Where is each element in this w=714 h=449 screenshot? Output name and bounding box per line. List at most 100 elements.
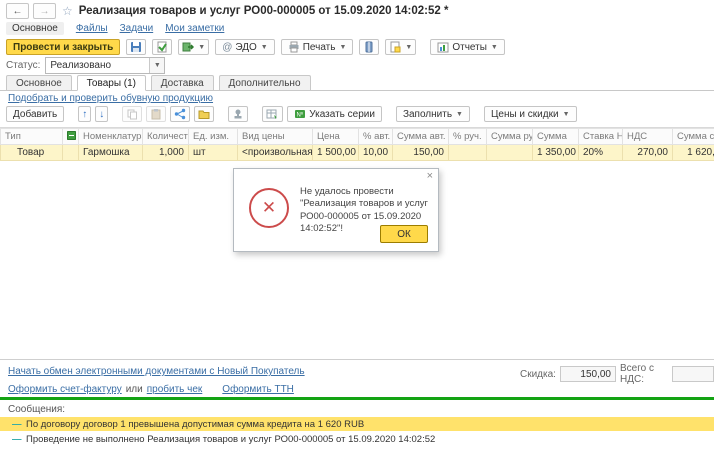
nav-item-tasks[interactable]: Задачи: [120, 23, 154, 34]
cell-pct-manual[interactable]: [449, 145, 487, 161]
copy-icon: [126, 108, 138, 120]
total-with-vat-field[interactable]: [672, 366, 714, 382]
forward-button[interactable]: →: [33, 3, 56, 19]
folder-button[interactable]: [194, 106, 214, 122]
cell-sum-vat[interactable]: 1 620,00: [673, 145, 714, 161]
nav-links: Основное Файлы Задачи Мои заметки: [6, 21, 224, 36]
document-actions-button[interactable]: ▼: [385, 39, 416, 55]
ttn-link[interactable]: Оформить ТТН: [222, 384, 294, 395]
edo-icon: @: [222, 42, 232, 53]
move-up-button[interactable]: ↑: [78, 106, 91, 122]
pick-and-check-link[interactable]: Подобрать и проверить обувную продукцию: [8, 93, 213, 104]
caret-down-icon: ▼: [198, 44, 205, 51]
col-pct-manual[interactable]: % руч.: [449, 129, 487, 145]
back-button[interactable]: ←: [6, 3, 29, 19]
post-and-close-button[interactable]: Провести и закрыть: [6, 39, 120, 55]
print-icon: [288, 41, 300, 53]
nav-item-notes[interactable]: Мои заметки: [165, 23, 224, 34]
nav-item-files[interactable]: Файлы: [76, 23, 108, 34]
message-text: По договору договор 1 превышена допустим…: [26, 419, 364, 430]
col-vat-rate[interactable]: Ставка НДС: [579, 129, 623, 145]
specify-series-button[interactable]: Nº Указать серии: [287, 106, 382, 122]
caret-down-icon: ▼: [563, 111, 570, 118]
save-icon: [130, 41, 142, 53]
nav-item-main[interactable]: Основное: [6, 22, 64, 35]
col-sum-vat[interactable]: Сумма с НДС: [673, 129, 714, 145]
cell-vat-rate[interactable]: 20%: [579, 145, 623, 161]
print-label: Печать: [303, 42, 336, 53]
tab-extra[interactable]: Дополнительно: [219, 75, 311, 90]
invoice-link[interactable]: Оформить счет-фактуру: [8, 384, 122, 395]
cell-sum-manual[interactable]: [487, 145, 533, 161]
col-sum[interactable]: Сумма: [533, 129, 579, 145]
col-sum-auto[interactable]: Сумма авт.: [393, 129, 449, 145]
error-cross-glyph: ✕: [262, 198, 276, 218]
cell-type[interactable]: Товар: [1, 145, 63, 161]
share-button[interactable]: [170, 106, 190, 122]
col-price-kind[interactable]: Вид цены: [238, 129, 313, 145]
move-down-button[interactable]: ↓: [95, 106, 108, 122]
status-value: Реализовано: [46, 60, 149, 71]
document-window: { "window": { "title": "Реализация товар…: [0, 0, 714, 449]
arrow-down-icon: ↓: [99, 109, 104, 120]
tab-goods[interactable]: Товары (1): [77, 75, 146, 91]
status-combobox[interactable]: Реализовано ▼: [45, 57, 165, 74]
col-sum-manual[interactable]: Сумма руч.: [487, 129, 533, 145]
message-item-credit-exceeded[interactable]: — По договору договор 1 превышена допуст…: [0, 417, 714, 431]
accounting-register-button[interactable]: [359, 39, 379, 55]
caret-down-icon: ▼: [491, 44, 498, 51]
col-type[interactable]: Тип: [1, 129, 63, 145]
prices-discounts-button[interactable]: Цены и скидки ▼: [484, 106, 577, 122]
cell-sum-auto[interactable]: 150,00: [393, 145, 449, 161]
col-quantity[interactable]: Количество: [143, 129, 189, 145]
specify-series-label: Указать серии: [309, 109, 375, 120]
create-based-on-button[interactable]: ▼: [178, 39, 209, 55]
copy-row-button[interactable]: [122, 106, 142, 122]
print-button[interactable]: Печать ▼: [281, 39, 354, 55]
col-nomenclature[interactable]: Номенклатура: [79, 129, 143, 145]
reports-icon: [437, 41, 449, 53]
col-pct-auto[interactable]: % авт.: [359, 129, 393, 145]
col-marker[interactable]: [63, 129, 79, 145]
post-document-button[interactable]: [152, 39, 172, 55]
fill-button[interactable]: Заполнить ▼: [396, 106, 470, 122]
save-button[interactable]: [126, 39, 146, 55]
cell-nomenclature[interactable]: Гармошка: [79, 145, 143, 161]
table-refresh-button[interactable]: [262, 106, 283, 122]
error-icon: ✕: [249, 188, 289, 228]
col-price[interactable]: Цена: [313, 129, 359, 145]
edi-exchange-link[interactable]: Начать обмен электронными документами с …: [8, 366, 305, 377]
add-row-button[interactable]: Добавить: [6, 106, 64, 122]
fill-label: Заполнить: [403, 109, 452, 120]
edo-label: ЭДО: [235, 42, 256, 53]
col-unit[interactable]: Ед. изм.: [189, 129, 238, 145]
cell-pct-auto[interactable]: 10,00: [359, 145, 393, 161]
receipt-link[interactable]: пробить чек: [147, 384, 203, 395]
tab-main[interactable]: Основное: [6, 75, 72, 90]
accounting-register-icon: [363, 41, 375, 53]
paste-row-button[interactable]: [146, 106, 166, 122]
col-vat[interactable]: НДС: [623, 129, 673, 145]
edo-button[interactable]: @ ЭДО ▼: [215, 39, 275, 55]
cell-quantity[interactable]: 1,000: [143, 145, 189, 161]
total-label: Всего с НДС:: [620, 363, 668, 385]
message-item-posting-failed[interactable]: — Проведение не выполнено Реализация тов…: [0, 432, 714, 446]
dialog-close-icon[interactable]: ×: [427, 170, 433, 182]
cell-vat[interactable]: 270,00: [623, 145, 673, 161]
favorite-star-icon[interactable]: ☆: [62, 4, 73, 18]
messages-splitter[interactable]: [0, 397, 714, 400]
status-dropdown-button[interactable]: ▼: [149, 58, 164, 73]
reports-button[interactable]: Отчеты ▼: [430, 39, 505, 55]
discount-field[interactable]: 150,00: [560, 366, 616, 382]
cell-marker[interactable]: [63, 145, 79, 161]
table-row[interactable]: Товар Гармошка 1,000 шт <произвольная> 1…: [1, 145, 714, 161]
stamp-button[interactable]: [228, 106, 248, 122]
cell-price-selected[interactable]: 1 500,00: [313, 145, 359, 161]
svg-text:Nº: Nº: [297, 112, 304, 119]
cell-sum[interactable]: 1 350,00: [533, 145, 579, 161]
cell-unit[interactable]: шт: [189, 145, 238, 161]
cell-type-value: Товар: [5, 147, 44, 158]
ok-button[interactable]: ОК: [380, 225, 428, 243]
tab-delivery[interactable]: Доставка: [151, 75, 214, 90]
cell-price-kind[interactable]: <произвольная>: [238, 145, 313, 161]
